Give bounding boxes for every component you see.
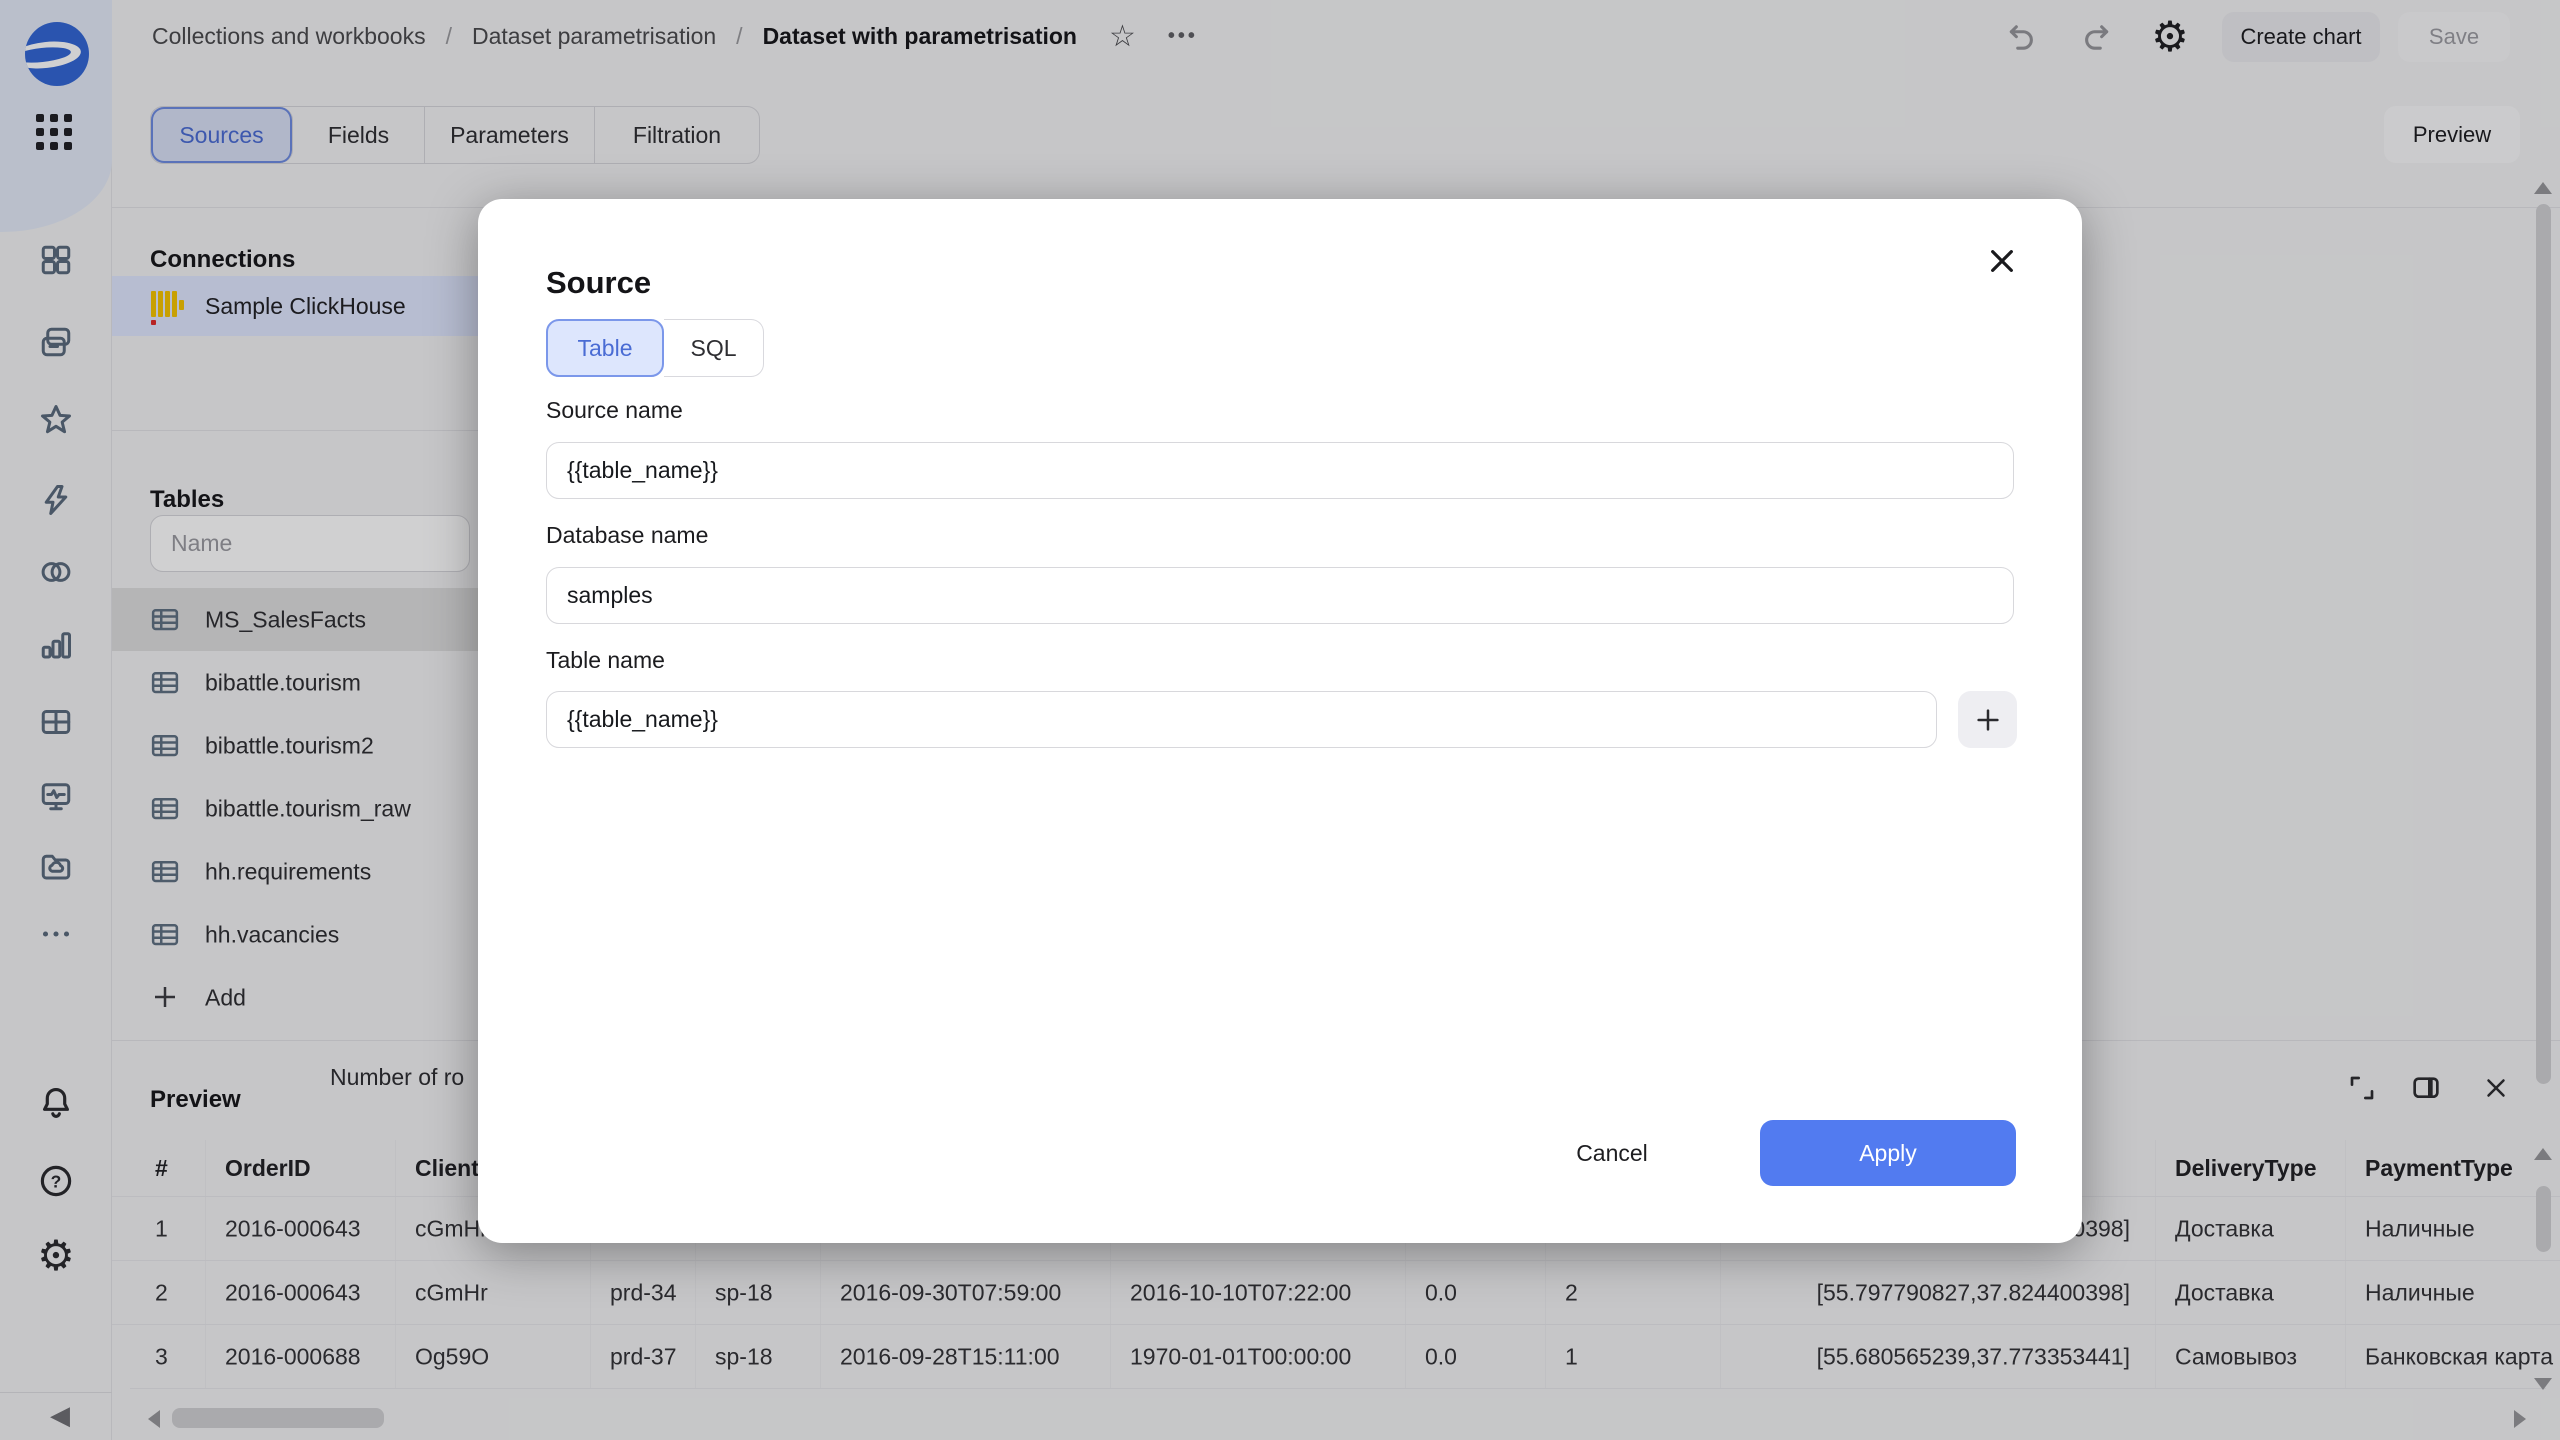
close-icon[interactable] — [1980, 239, 2024, 283]
database-name-input[interactable] — [546, 567, 2014, 624]
source-mode-tabs: Table SQL — [546, 319, 764, 377]
mode-tab-table[interactable]: Table — [546, 319, 664, 377]
cancel-button[interactable]: Cancel — [1548, 1121, 1676, 1185]
source-modal: Source Table SQL Source name Database na… — [478, 199, 2082, 1243]
source-name-label: Source name — [546, 397, 683, 424]
mode-tab-sql[interactable]: SQL — [664, 319, 764, 377]
source-name-input[interactable] — [546, 442, 2014, 499]
database-name-label: Database name — [546, 522, 708, 549]
app-root: ? ⚙ ◀ Collections and workbooks / Datase… — [0, 0, 2560, 1440]
table-name-label: Table name — [546, 647, 665, 674]
add-table-plus-icon[interactable] — [1958, 691, 2017, 748]
modal-title: Source — [546, 265, 651, 301]
table-name-input[interactable] — [546, 691, 1937, 748]
apply-button[interactable]: Apply — [1760, 1120, 2016, 1186]
